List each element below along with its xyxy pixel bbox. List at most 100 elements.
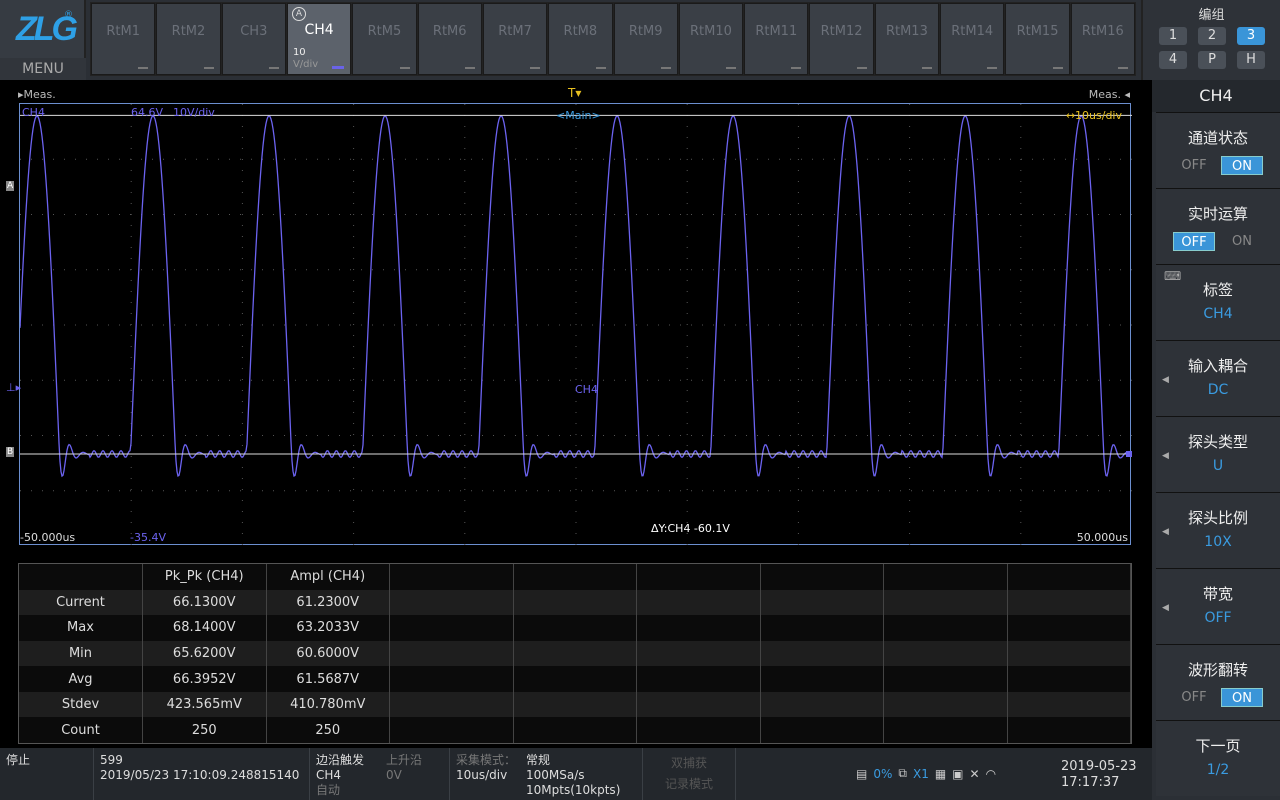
side-item-6[interactable]: 带宽 OFF ◀	[1156, 568, 1280, 644]
waveform-svg	[20, 104, 1132, 546]
channel-tab-ch3[interactable]: CH3	[221, 3, 286, 75]
acquisition-info[interactable]: 采集模式： 10us/div 常规 100MSa/s 10Mpts(10kpts)	[450, 748, 643, 800]
channel-tab-label: RtM16	[1081, 24, 1124, 39]
row-label: Max	[19, 615, 143, 641]
group-button-3[interactable]: 3	[1237, 27, 1265, 45]
meas-left[interactable]: ▸Meas.	[18, 88, 56, 101]
plot-area[interactable]: CH4 64.6V 10V/div <Main> ↔10us/div CH4 Δ…	[19, 103, 1132, 546]
channel-tab-rtm13[interactable]: RtM13	[874, 3, 940, 75]
channel-tab-rtm9[interactable]: RtM9	[613, 3, 678, 75]
channel-ground-marker[interactable]: ⊥▸	[6, 381, 21, 394]
table-row: Max 68.1400V 63.2033V	[19, 615, 1131, 641]
channel-tab-rtm16[interactable]: RtM16	[1070, 3, 1135, 75]
channel-tab-label: RtM11	[755, 24, 798, 39]
channel-offset: 64.6V	[131, 106, 164, 119]
table-cell: 63.2033V	[266, 615, 390, 641]
channel-tab-rtm1[interactable]: RtM1	[91, 3, 156, 75]
chevron-left-icon: ◀	[1162, 375, 1169, 385]
side-item-8[interactable]: 下一页 1/2	[1156, 720, 1280, 796]
table-cell: 65.6200V	[142, 640, 267, 667]
cursor-delta: ΔY:CH4 -60.1V	[651, 522, 730, 535]
group-button-1[interactable]: 1	[1159, 27, 1187, 45]
group-button-4[interactable]: 4	[1159, 51, 1187, 69]
channel-indicator	[530, 67, 541, 69]
channel-indicator	[856, 67, 867, 69]
group-button-p[interactable]: P	[1198, 51, 1226, 69]
channel-indicator	[399, 67, 410, 69]
channel-tab-label: RtM10	[690, 24, 732, 39]
toggle-on[interactable]: ON	[1221, 156, 1263, 175]
chevron-left-icon: ◀	[1162, 527, 1169, 537]
side-item-5[interactable]: 探头比例 10X ◀	[1156, 492, 1280, 568]
channel-indicator	[922, 67, 933, 69]
channel-indicator	[464, 67, 475, 69]
side-item-1[interactable]: 实时运算 OFF ON	[1156, 188, 1280, 264]
cursor-b-marker[interactable]: B	[6, 447, 15, 457]
side-item-2[interactable]: 标签 CH4 ⌨	[1156, 264, 1280, 340]
toggle-off[interactable]: OFF	[1173, 232, 1215, 251]
channel-tab-label: RtM7	[498, 24, 532, 39]
toggle-on[interactable]: ON	[1221, 688, 1263, 707]
channel-tab-rtm8[interactable]: RtM8	[548, 3, 613, 75]
channel-indicator	[203, 67, 214, 69]
channel-tab-label: CH3	[240, 24, 268, 39]
channel-tab-rtm15[interactable]: RtM15	[1005, 3, 1070, 75]
channel-tab-rtm5[interactable]: RtM5	[352, 3, 417, 75]
run-stop-status[interactable]: 停止	[0, 748, 94, 800]
side-item-label: 探头类型	[1187, 433, 1248, 451]
waveform-display[interactable]: ▸Meas. Meas. ◂ T▾ CH4 64.6V 10V/div <Mai…	[0, 86, 1152, 556]
channel-tab-rtm2[interactable]: RtM2	[156, 3, 221, 75]
side-item-3[interactable]: 输入耦合 DC ◀	[1156, 340, 1280, 416]
table-row: Count 250 250	[19, 717, 1131, 743]
table-cell: 61.5687V	[266, 666, 390, 692]
trigger-position-icon[interactable]: T▾	[568, 86, 581, 100]
wifi-icon: ◠	[985, 766, 997, 781]
channel-tab-rtm12[interactable]: RtM12	[809, 3, 874, 75]
cursor-a-marker[interactable]: A	[6, 181, 15, 191]
dual-capture-button[interactable]: 双捕获 记录模式	[643, 748, 736, 800]
channel-tab-label: RtM13	[885, 24, 928, 39]
side-item-7[interactable]: 波形翻转 OFF ON	[1156, 644, 1280, 720]
x-max-label: 50.000us	[1076, 531, 1128, 544]
channel-indicator	[660, 67, 671, 69]
channel-tab-rtm6[interactable]: RtM6	[417, 3, 482, 75]
channel-bar: RtM1 RtM2 CH3 CH4 A 10 V/div RtM5 RtM6 RtM7 RtM8 Rt…	[90, 2, 1136, 76]
channel-tab-rtm7[interactable]: RtM7	[482, 3, 548, 75]
side-item-label: 通道状态	[1187, 129, 1248, 147]
toggle-on[interactable]: ON	[1221, 232, 1263, 251]
menu-button[interactable]: ZLG ® MENU	[0, 0, 86, 80]
side-item-label: 输入耦合	[1187, 357, 1248, 375]
side-item-4[interactable]: 探头类型 U ◀	[1156, 416, 1280, 492]
channel-tab-label: RtM2	[171, 24, 206, 39]
side-item-label: 波形翻转	[1187, 661, 1248, 679]
channel-tab-label: RtM15	[1016, 24, 1059, 39]
table-cell: 66.1300V	[142, 589, 267, 616]
lan-icon: ▣	[952, 766, 964, 781]
channel-tab-rtm11[interactable]: RtM11	[744, 3, 809, 75]
table-row: Stdev 423.565mV 410.780mV	[19, 691, 1131, 718]
vertical-scale: 10V/div	[173, 106, 215, 119]
group-button-2[interactable]: 2	[1198, 27, 1226, 45]
side-item-label: 探头比例	[1187, 509, 1248, 527]
channel-tab-rtm10[interactable]: RtM10	[678, 3, 744, 75]
trigger-info[interactable]: 边沿触发 CH4 自动 上升沿 0V	[310, 748, 450, 800]
trace-end-marker	[1126, 451, 1132, 457]
channel-tab-label: RtM6	[432, 24, 467, 39]
channel-indicator	[791, 67, 802, 69]
channel-tab-label: RtM14	[951, 24, 994, 39]
tools-icon: ✕	[969, 766, 980, 781]
group-button-h[interactable]: H	[1237, 51, 1265, 69]
channel-tab-rtm14[interactable]: RtM14	[940, 3, 1005, 75]
keyboard-icon[interactable]: ⌨	[1164, 269, 1181, 283]
side-item-label: 实时运算	[1187, 205, 1248, 223]
group-panel: 编组 123 4PH	[1141, 0, 1280, 80]
side-item-0[interactable]: 通道状态 OFF ON	[1156, 112, 1280, 188]
row-label: Current	[19, 589, 143, 616]
side-item-label: 下一页	[1195, 737, 1241, 755]
channel-tab-ch4[interactable]: CH4 A 10 V/div	[286, 3, 352, 75]
x-min-label: -50.000us	[20, 531, 76, 544]
meas-right[interactable]: Meas. ◂	[1089, 88, 1130, 101]
toggle-off[interactable]: OFF	[1173, 156, 1215, 175]
channel-indicator	[138, 67, 149, 69]
toggle-off[interactable]: OFF	[1173, 688, 1215, 707]
